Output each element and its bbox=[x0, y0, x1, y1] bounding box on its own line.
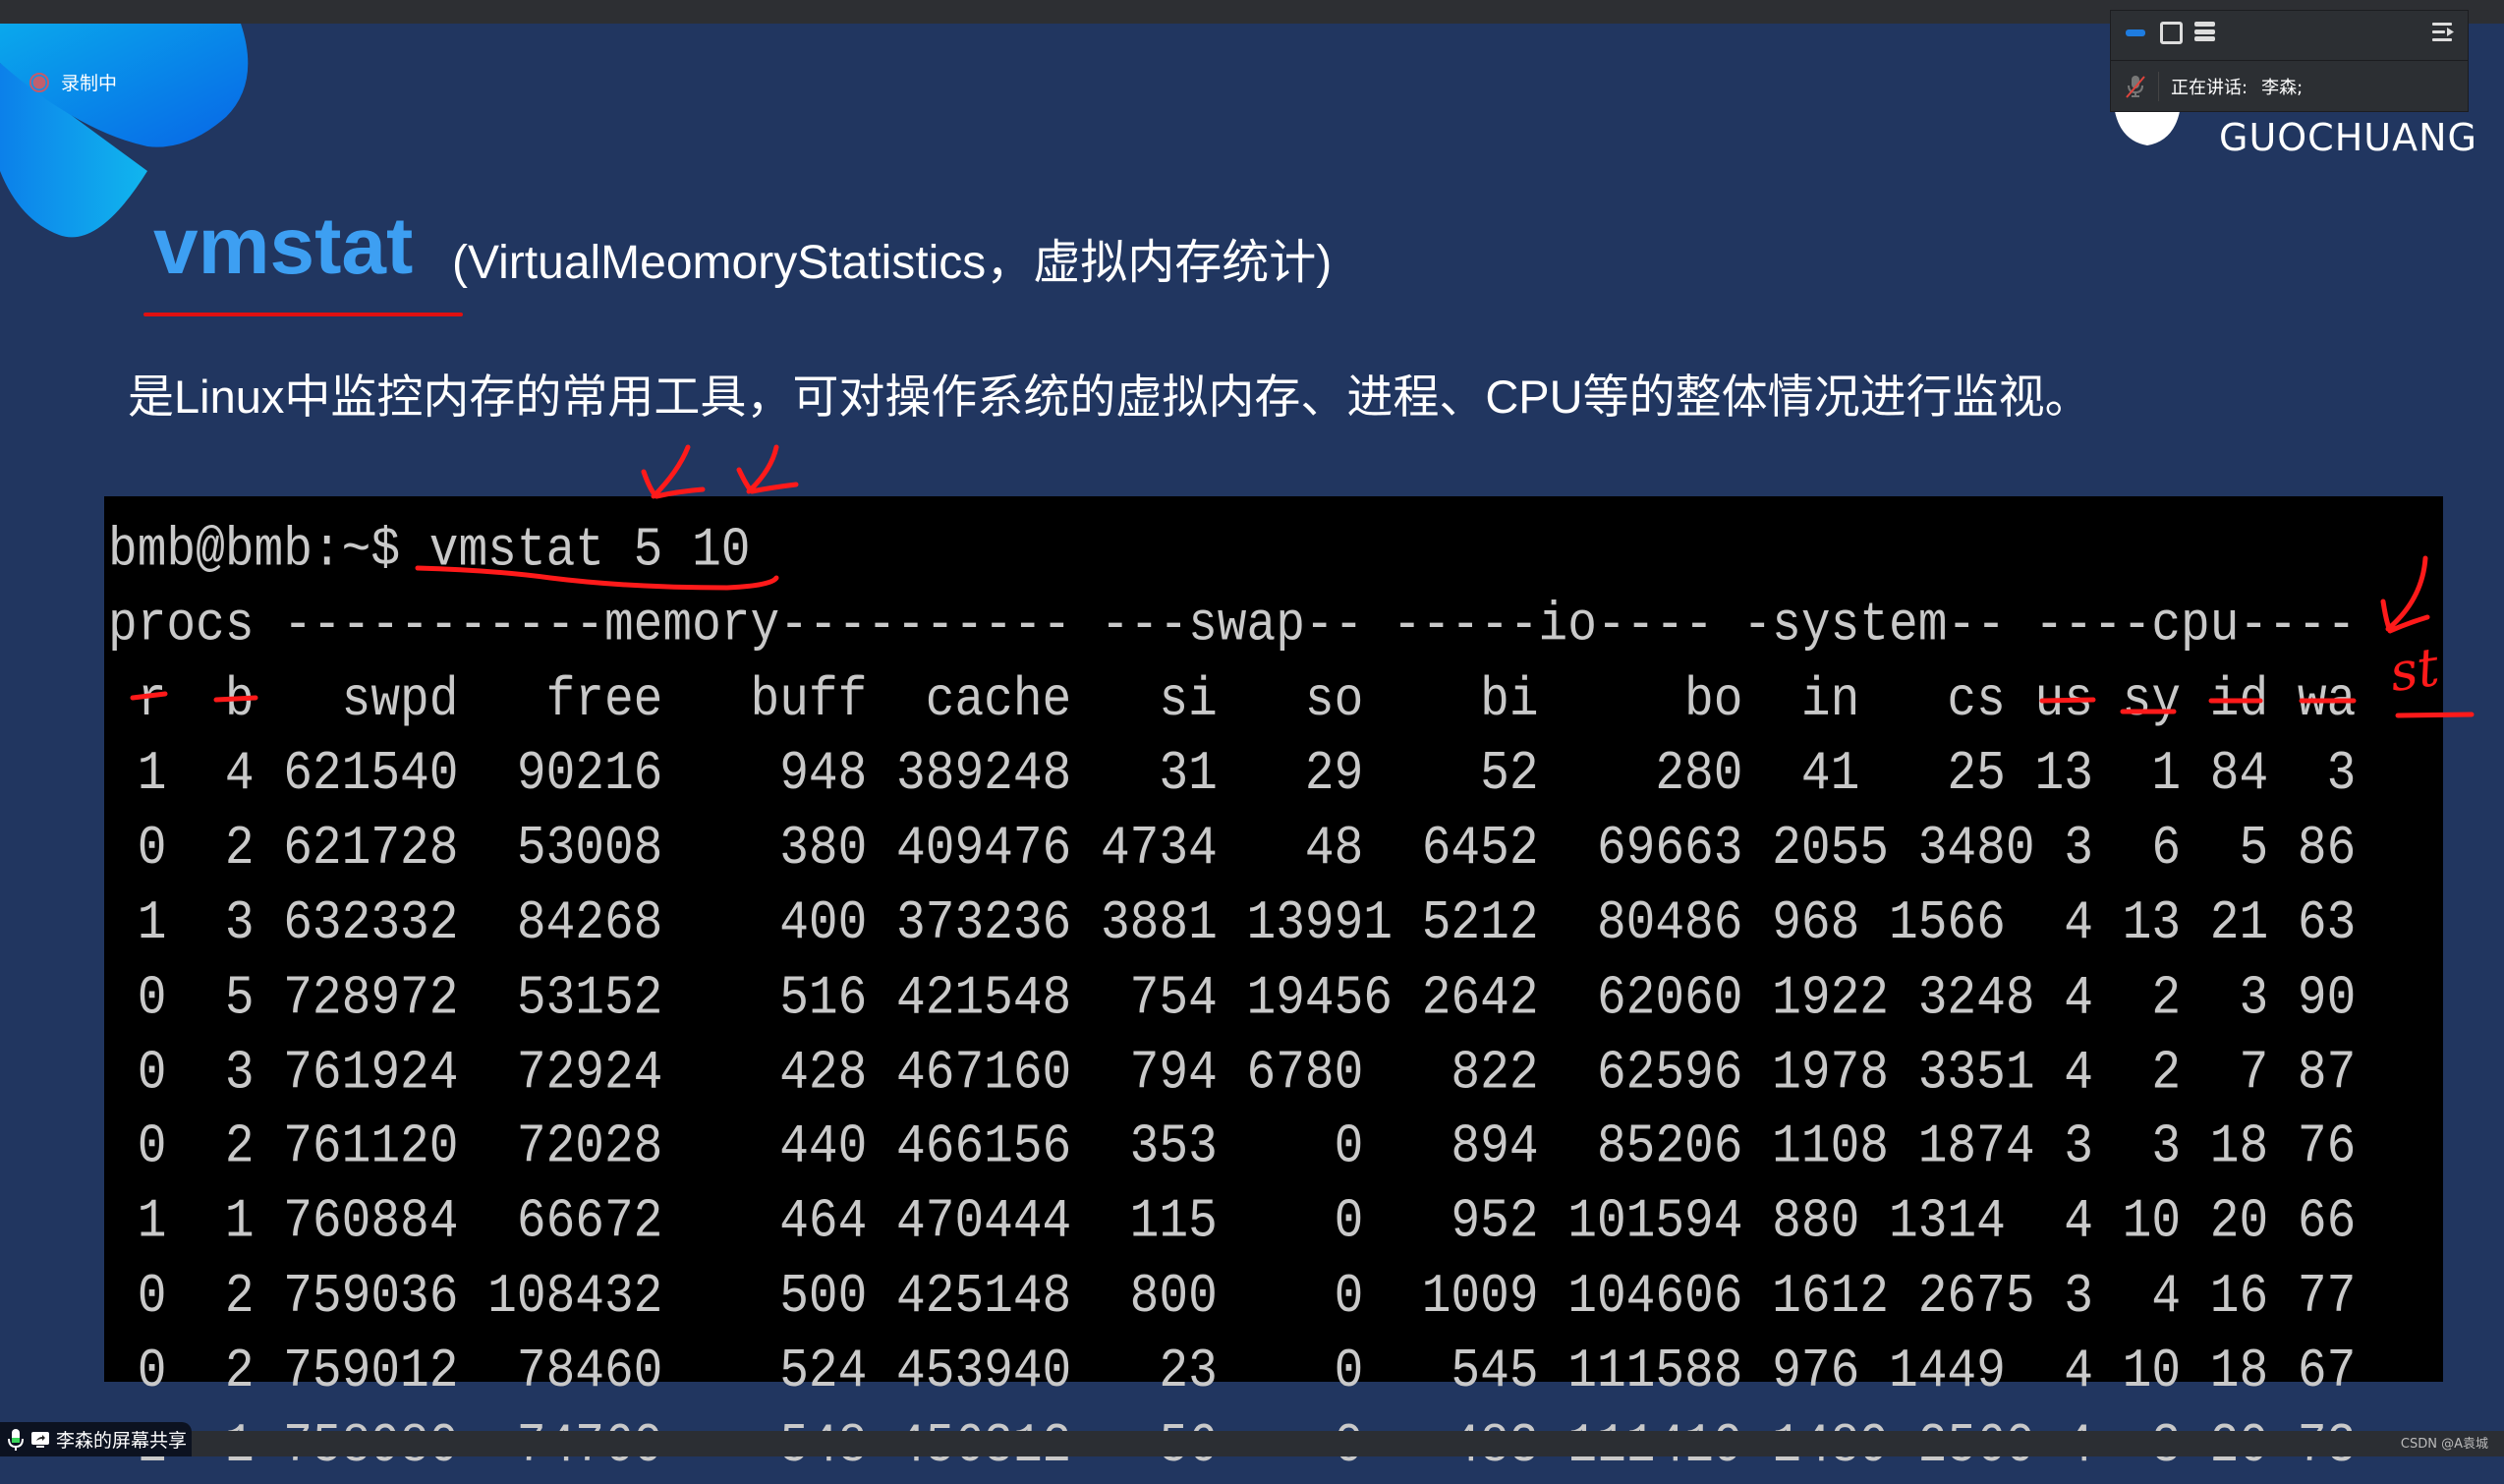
speaker-name: 李森; bbox=[2261, 77, 2304, 98]
title-underline-annotation bbox=[143, 313, 463, 316]
terminal-data-row: 0 2 761120 72028 440 466156 353 0 894 85… bbox=[108, 1116, 2357, 1178]
terminal-column-header: r b swpd free buff cache si so bi bo in … bbox=[108, 668, 2357, 731]
terminal-data-row: 0 2 759012 78460 524 453940 23 0 545 111… bbox=[108, 1340, 2357, 1402]
window-icon[interactable] bbox=[2160, 22, 2183, 44]
collapse-panel-icon[interactable] bbox=[2432, 23, 2454, 42]
screen-share-icon bbox=[31, 1431, 49, 1448]
slide-title: vmstat bbox=[153, 201, 414, 291]
list-view-icon[interactable] bbox=[2194, 22, 2215, 41]
speaking-label: 正在讲话: bbox=[2171, 77, 2248, 98]
microphone-muted-icon[interactable] bbox=[2125, 75, 2146, 98]
terminal-data-row: 1 3 632332 84268 400 373236 3881 13991 5… bbox=[108, 892, 2357, 954]
minimize-icon[interactable] bbox=[2126, 29, 2145, 36]
arrow-annotation bbox=[641, 444, 706, 499]
divider bbox=[2158, 71, 2159, 101]
terminal-data-row: 1 1 760884 66672 464 470444 115 0 952 10… bbox=[108, 1190, 2357, 1253]
recording-label: 录制中 bbox=[61, 73, 118, 94]
record-icon bbox=[29, 72, 49, 92]
terminal-data-row: 0 2 621728 53008 380 409476 4734 48 6452… bbox=[108, 818, 2357, 881]
terminal-prompt: bmb@bmb:~$ vmstat 5 10 bbox=[108, 519, 751, 582]
screen-share-label: 李森的屏幕共享 bbox=[56, 1430, 188, 1452]
meeting-control-panel: 正在讲话: 李森; bbox=[2110, 10, 2469, 112]
terminal-data-row: 0 2 759036 108432 500 425148 800 0 1009 … bbox=[108, 1265, 2357, 1328]
handwritten-st-annotation: st bbox=[2385, 635, 2443, 705]
recording-indicator: 录制中 bbox=[29, 69, 117, 95]
logo-text: GUOCHUANG bbox=[2219, 116, 2477, 159]
microphone-icon bbox=[8, 1428, 24, 1451]
terminal-screenshot: bmb@bmb:~$ vmstat 5 10 procs -----------… bbox=[104, 496, 2443, 1477]
arrow-annotation bbox=[736, 444, 799, 494]
terminal-data-row: 1 4 621540 90216 948 389248 31 29 52 280… bbox=[108, 743, 2357, 806]
screen-share-indicator[interactable]: 李森的屏幕共享 bbox=[0, 1422, 192, 1456]
slide-subtitle: (VirtualMeomoryStatistics，虚拟内存统计) bbox=[452, 237, 1333, 289]
credit-watermark: CSDN @A袁城 bbox=[2400, 1437, 2488, 1452]
slide-description: 是Linux中监控内存的常用工具，可对操作系统的虚拟内存、进程、CPU等的整体情… bbox=[128, 371, 2091, 423]
bottom-bar bbox=[0, 1431, 2504, 1456]
terminal-data-row: 0 5 728972 53152 516 421548 754 19456 26… bbox=[108, 967, 2357, 1029]
terminal-output: bmb@bmb:~$ vmstat 5 10 procs -----------… bbox=[108, 514, 2356, 1484]
terminal-data-row: 0 3 761924 72924 428 467160 794 6780 822… bbox=[108, 1042, 2357, 1104]
terminal-group-header: procs -----------memory---------- ---swa… bbox=[108, 594, 2357, 656]
